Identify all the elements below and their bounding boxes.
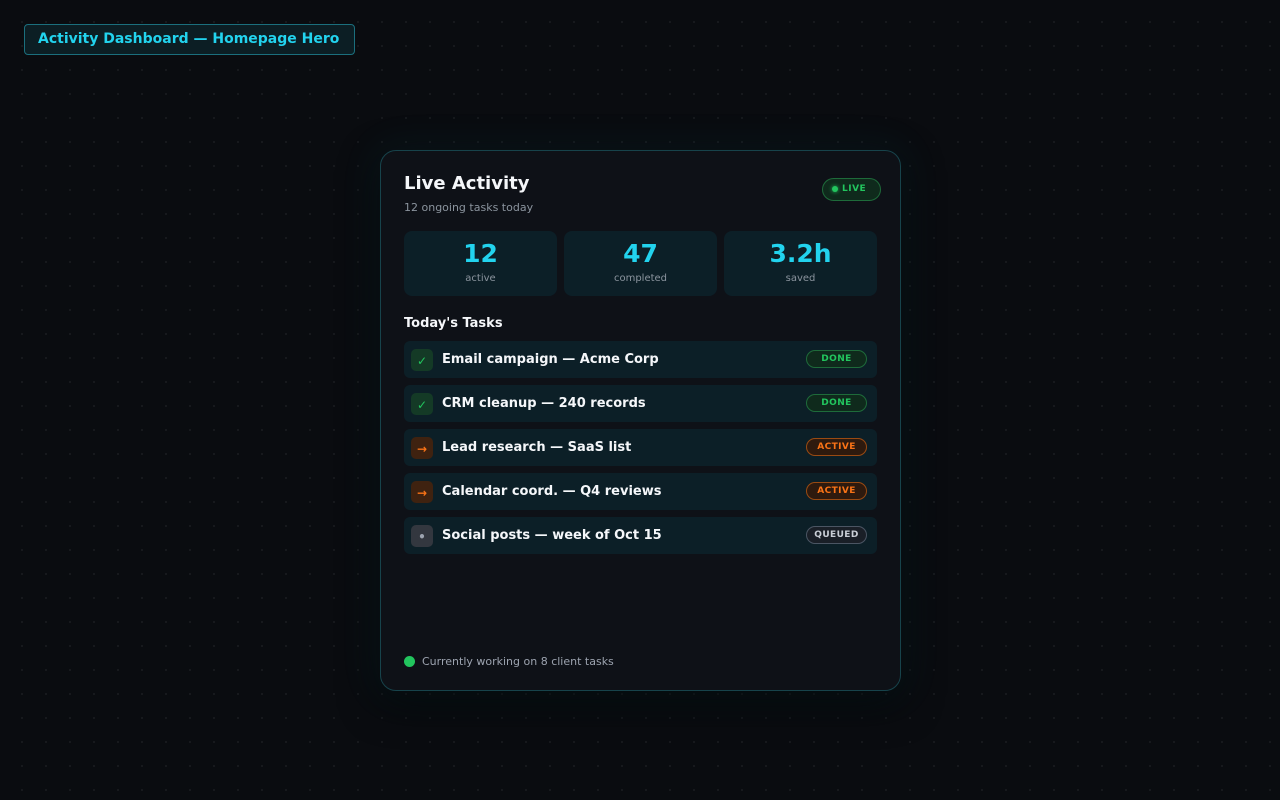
status-dot-icon [404,656,415,667]
dot-icon: • [411,525,433,547]
task-row[interactable]: → Lead research — SaaS list ACTIVE [404,429,877,466]
status-badge: DONE [806,394,867,412]
live-badge: LIVE [822,178,881,201]
task-label: Social posts — week of Oct 15 [442,528,662,543]
stat-active: 12 active [404,231,557,296]
live-badge-label: LIVE [842,184,867,194]
footer-status-text: Currently working on 8 client tasks [422,655,614,668]
stat-label: active [465,273,496,284]
stat-value: 12 [463,239,498,268]
card-title: Live Activity [404,173,530,194]
stat-value: 3.2h [769,239,832,268]
stat-completed: 47 completed [564,231,717,296]
arrow-right-icon: → [411,437,433,459]
stat-label: saved [785,273,816,284]
stat-value: 47 [623,239,658,268]
status-badge: DONE [806,350,867,368]
check-icon: ✓ [411,393,433,415]
stat-label: completed [613,273,668,284]
task-row[interactable]: ✓ Email campaign — Acme Corp DONE [404,341,877,378]
section-title: Today's Tasks [404,316,503,331]
live-activity-card: Live Activity 12 ongoing tasks today LIV… [380,150,901,691]
task-label: Email campaign — Acme Corp [442,352,659,367]
task-row[interactable]: ✓ CRM cleanup — 240 records DONE [404,385,877,422]
task-row[interactable]: → Calendar coord. — Q4 reviews ACTIVE [404,473,877,510]
status-badge: ACTIVE [806,482,867,500]
stat-saved: 3.2h saved [724,231,877,296]
task-label: CRM cleanup — 240 records [442,396,646,411]
task-label: Lead research — SaaS list [442,440,632,455]
live-dot-icon [832,186,838,192]
check-icon: ✓ [411,349,433,371]
card-subtitle: 12 ongoing tasks today [404,201,534,214]
task-row[interactable]: • Social posts — week of Oct 15 QUEUED [404,517,877,554]
status-badge: QUEUED [806,526,867,544]
page-tag: Activity Dashboard — Homepage Hero [24,24,355,55]
status-badge: ACTIVE [806,438,867,456]
arrow-right-icon: → [411,481,433,503]
task-label: Calendar coord. — Q4 reviews [442,484,662,499]
